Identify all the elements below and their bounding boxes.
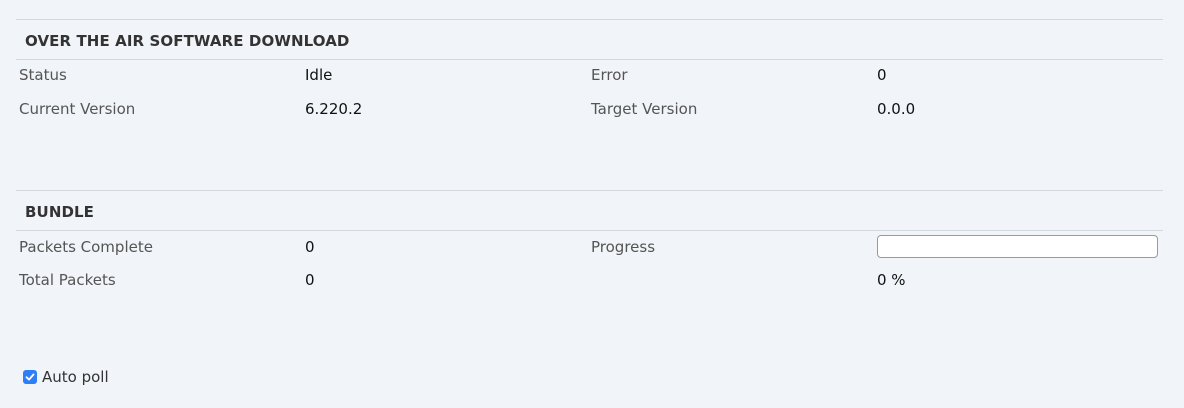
status-value: Idle: [305, 66, 333, 84]
target-version-value: 0.0.0: [877, 100, 916, 118]
progress-percent-text: 0 %: [877, 271, 906, 289]
total-packets-label: Total Packets: [19, 271, 116, 289]
ota-section-heading: OVER THE AIR SOFTWARE DOWNLOAD: [25, 32, 350, 50]
bundle-section-heading: BUNDLE: [25, 203, 95, 221]
checkmark-icon: [25, 373, 35, 381]
bundle-top-divider: [16, 190, 1163, 191]
auto-poll-label: Auto poll: [42, 368, 109, 386]
auto-poll-checkbox[interactable]: [23, 370, 37, 384]
current-version-value: 6.220.2: [305, 100, 363, 118]
progress-label: Progress: [591, 238, 656, 256]
section-top-divider: [16, 19, 1163, 20]
current-version-label: Current Version: [19, 100, 136, 118]
total-packets-value: 0: [305, 271, 315, 289]
auto-poll-toggle[interactable]: Auto poll: [23, 368, 109, 386]
error-label: Error: [591, 66, 628, 84]
bundle-heading-divider: [16, 230, 1163, 231]
packets-complete-value: 0: [305, 238, 315, 256]
target-version-label: Target Version: [591, 100, 698, 118]
ota-heading-divider: [16, 59, 1163, 60]
status-label: Status: [19, 66, 67, 84]
error-value: 0: [877, 66, 887, 84]
progress-bar: [877, 235, 1158, 258]
packets-complete-label: Packets Complete: [19, 238, 153, 256]
